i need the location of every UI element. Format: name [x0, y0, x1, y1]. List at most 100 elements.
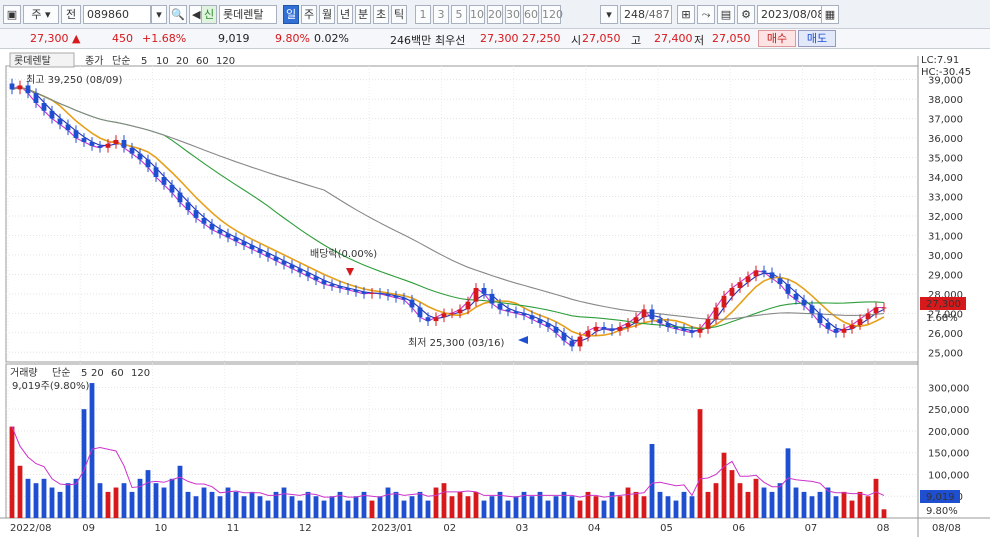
candle-body	[481, 288, 487, 294]
candle-body	[281, 260, 287, 265]
candle-body	[753, 270, 759, 277]
sell-button[interactable]: 매도	[798, 30, 836, 47]
legend-close-label: 종가	[85, 55, 103, 67]
volume-bar	[257, 496, 263, 518]
minute-step-120[interactable]: 120	[541, 5, 563, 24]
volume-bar	[833, 496, 839, 518]
price-axis-label: 25,000	[928, 348, 963, 359]
volume-bar	[809, 496, 815, 518]
minute-step-20[interactable]: 20	[487, 5, 503, 24]
candle-body	[609, 328, 615, 331]
stock-code-input[interactable]: 089860	[83, 5, 151, 24]
volume-bar	[465, 496, 471, 518]
minute-step-30[interactable]: 30	[505, 5, 521, 24]
legend-stock-name: 롯데렌탈	[14, 54, 51, 67]
chart-type-icon[interactable]: ⤳	[697, 5, 715, 24]
candle-body	[97, 145, 103, 148]
candle-body	[505, 309, 511, 312]
hc-value: HC:-30.45	[921, 67, 971, 78]
candle-body	[153, 167, 159, 177]
period-tab-1[interactable]: 주	[301, 5, 317, 24]
code-dropdown-icon[interactable]: ▾	[151, 5, 167, 24]
minute-step-3[interactable]: 3	[433, 5, 449, 24]
low-price: 27,050	[712, 32, 751, 45]
high-label: 고	[631, 34, 642, 47]
candle-body	[449, 313, 455, 315]
grid-icon[interactable]: ⊞	[677, 5, 695, 24]
candle-body	[593, 326, 599, 331]
dividend-annotation: 배당락(0.00%)	[310, 248, 377, 260]
market-select[interactable]: 주 ▾	[23, 5, 59, 24]
prev-button[interactable]: 전	[61, 5, 81, 24]
volume-bar	[705, 491, 711, 518]
period-tab-6[interactable]: 틱	[391, 5, 407, 24]
candle-body	[689, 330, 695, 333]
volume-pct-tag: 9.80%	[926, 506, 958, 517]
volume-bar	[65, 483, 71, 518]
minute-step-1[interactable]: 1	[415, 5, 431, 24]
candle-body	[225, 233, 231, 238]
minute-step-60[interactable]: 60	[523, 5, 539, 24]
volume-bar	[33, 483, 39, 518]
volume-bar	[721, 452, 727, 518]
volume-bar	[841, 491, 847, 518]
volume-bar	[761, 487, 767, 518]
volume-bar	[441, 483, 447, 518]
volume-bar	[681, 491, 687, 518]
save-icon[interactable]: ▤	[717, 5, 735, 24]
candle-body	[457, 309, 463, 314]
candle-body	[17, 85, 23, 90]
volume-bar	[665, 496, 671, 518]
volume-legend-ma-60: 60	[111, 368, 124, 379]
window-menu-icon[interactable]: ▣	[3, 5, 21, 24]
display-count[interactable]: 248/487	[620, 5, 672, 24]
price-axis-label: 30,000	[928, 251, 963, 262]
period-tab-2[interactable]: 월	[319, 5, 335, 24]
candle-body	[697, 328, 703, 333]
minute-step-5[interactable]: 5	[451, 5, 467, 24]
legend-ma-20: 20	[176, 56, 189, 67]
volume-bar	[697, 409, 703, 518]
candle-body	[825, 323, 831, 329]
volume-bar	[577, 500, 583, 518]
candle-body	[121, 140, 127, 148]
candle-body	[633, 317, 639, 324]
volume-bar	[145, 470, 151, 518]
volume-bar	[201, 487, 207, 518]
candle-body	[849, 325, 855, 329]
volume-bar	[689, 496, 695, 518]
settings-gear-icon[interactable]: ⚙	[737, 5, 755, 24]
candle-body	[193, 210, 199, 218]
step-dropdown-icon[interactable]: ▾	[600, 5, 618, 24]
calendar-icon[interactable]: ▦	[821, 5, 839, 24]
price-chart[interactable]: 39,00038,00037,00036,00035,00034,00033,0…	[0, 50, 990, 537]
period-tab-3[interactable]: 년	[337, 5, 353, 24]
volume-bar	[417, 491, 423, 518]
volume-bar	[369, 500, 375, 518]
search-icon[interactable]: 🔍	[169, 5, 187, 24]
volume-bar	[793, 487, 799, 518]
period-tab-4[interactable]: 분	[355, 5, 371, 24]
candle-body	[729, 288, 735, 296]
volume-bar	[313, 496, 319, 518]
candle-body	[473, 288, 479, 302]
period-tab-5[interactable]: 초	[373, 5, 389, 24]
date-input[interactable]: 2023/08/08	[757, 5, 824, 24]
candle-body	[169, 184, 175, 193]
volume-bar	[633, 491, 639, 518]
minute-step-10[interactable]: 10	[469, 5, 485, 24]
volume-bar	[385, 487, 391, 518]
volume-bar	[305, 491, 311, 518]
buy-button[interactable]: 매수	[758, 30, 796, 47]
candle-body	[257, 249, 263, 253]
candle-body	[617, 326, 623, 331]
volume-bar	[377, 496, 383, 518]
candle-body	[345, 288, 351, 290]
candle-body	[321, 280, 327, 285]
volume-bar	[785, 448, 791, 518]
period-tab-0[interactable]: 일	[283, 5, 299, 24]
volume-bar	[545, 500, 551, 518]
best-ask: 27,300	[480, 32, 519, 45]
candle-body	[305, 272, 311, 277]
candle-body	[241, 241, 247, 246]
